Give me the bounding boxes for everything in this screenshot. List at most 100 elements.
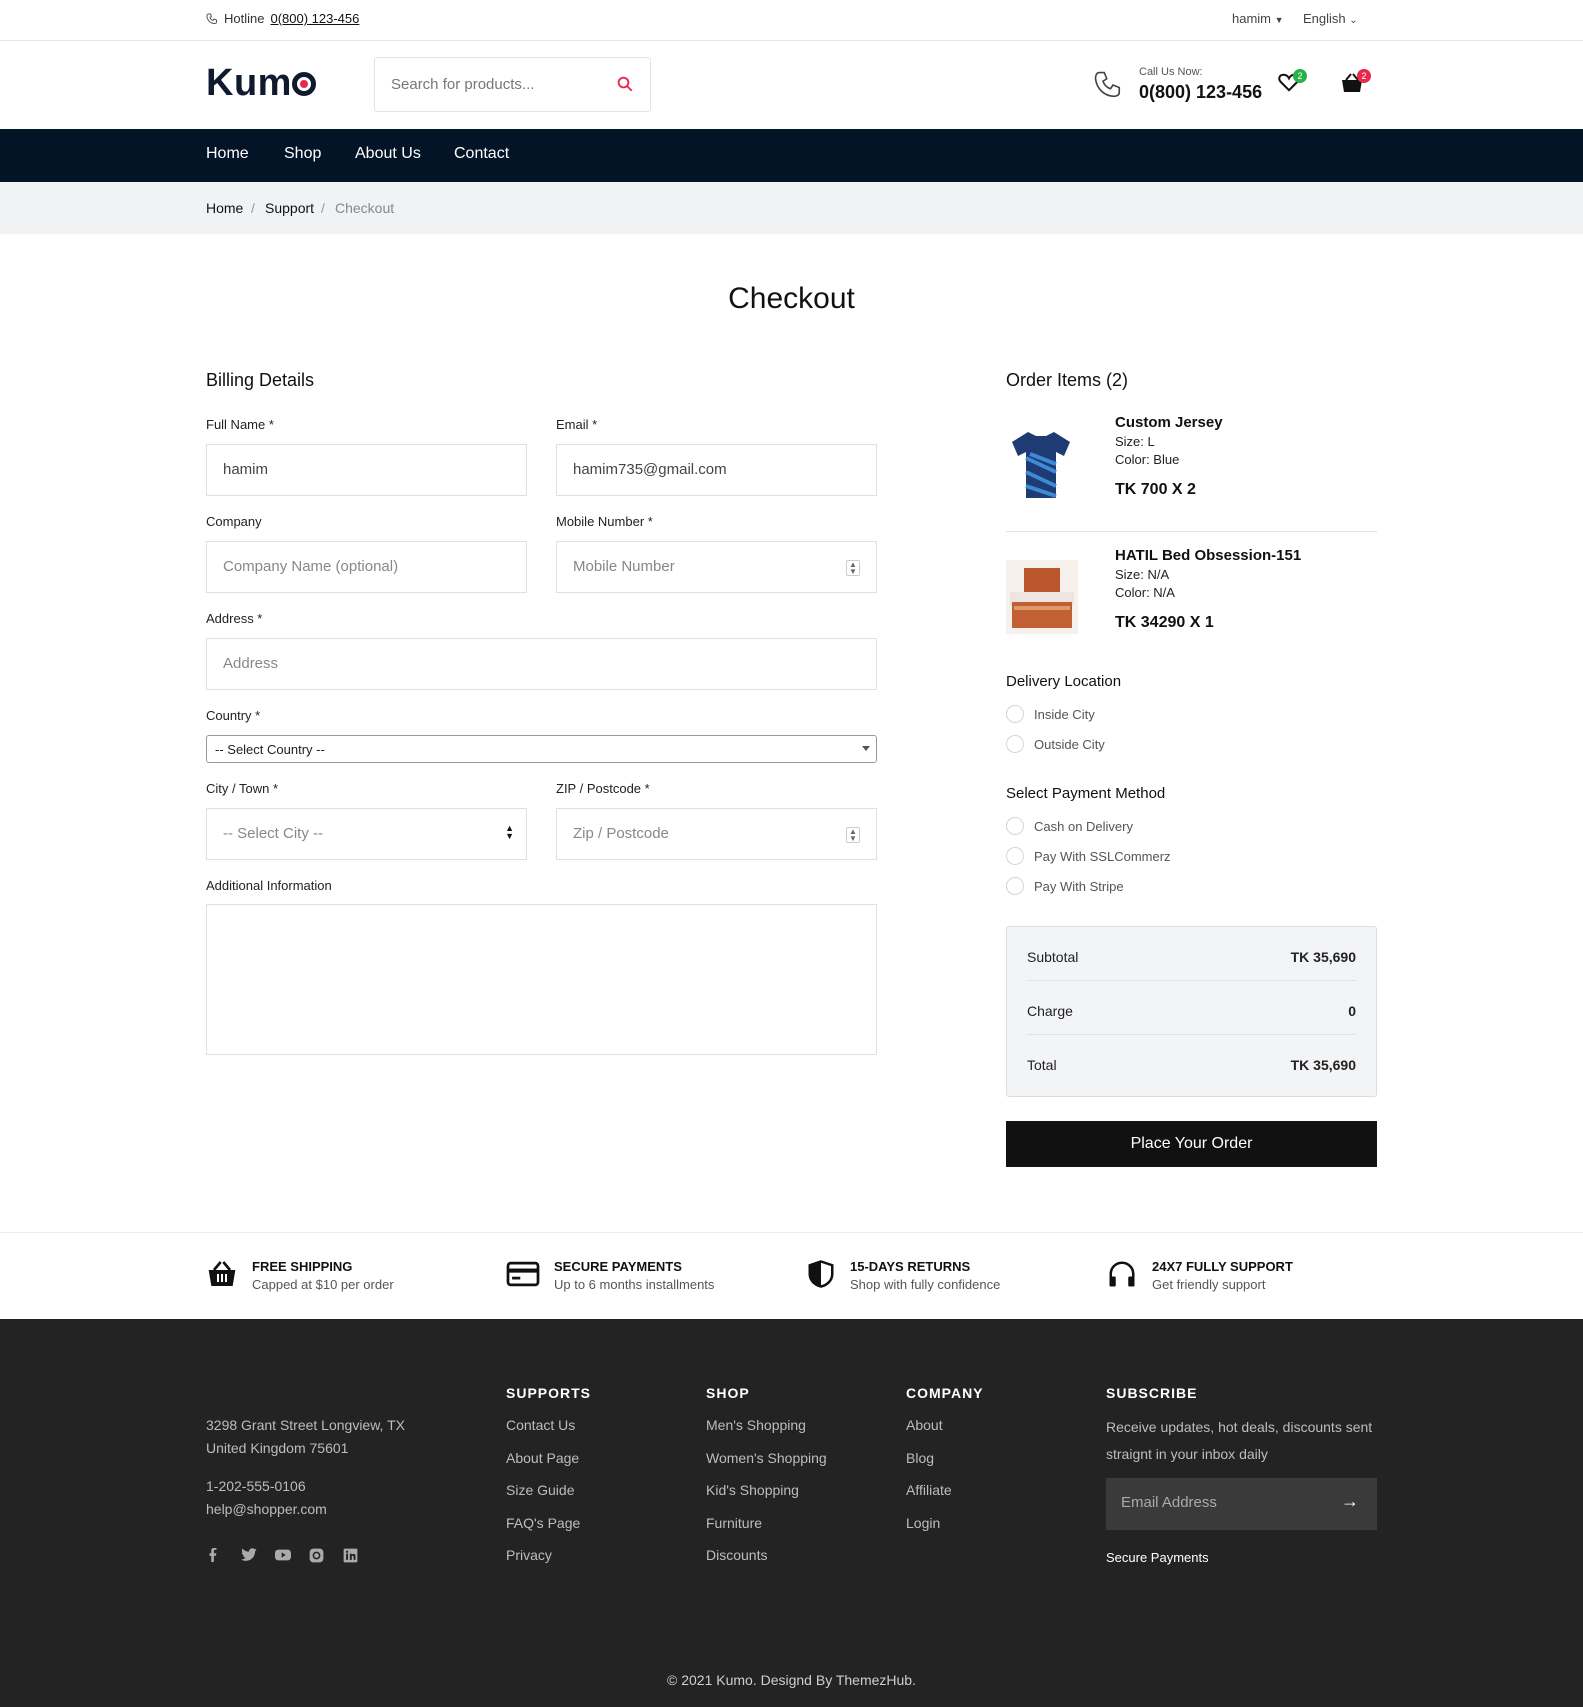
number-stepper-icon[interactable]: ▲ ▼ (846, 827, 860, 843)
hotline-label: Hotline (224, 11, 265, 26)
call-number: 0(800) 123-456 (1139, 82, 1263, 102)
arrow-right-icon[interactable]: → (1341, 1491, 1359, 1512)
email-field[interactable]: hamim735@gmail.com (556, 444, 877, 496)
logo[interactable]: Kum (206, 62, 316, 105)
breadcrumb-separator: / (321, 200, 325, 216)
full-name-field[interactable]: hamim (206, 444, 527, 496)
footer-link[interactable]: Contact Us (506, 1417, 575, 1433)
supports-title: SUPPORTS (506, 1385, 592, 1401)
city-value: -- Select City -- (223, 825, 324, 842)
hotline-number[interactable]: 0(800) 123-456 (270, 11, 359, 26)
radio-label: Cash on Delivery (1034, 818, 1133, 834)
footer-link[interactable]: Login (906, 1515, 940, 1531)
additional-info-label: Additional Information (206, 878, 332, 893)
subtotal-value: TK 35,690 (1290, 949, 1356, 965)
footer-link[interactable]: FAQ's Page (506, 1515, 580, 1531)
footer-link[interactable]: Discounts (706, 1547, 767, 1563)
linkedin-icon[interactable] (343, 1548, 358, 1568)
order-items-title: Order Items (2) (1006, 370, 1129, 390)
basket-icon (208, 1261, 236, 1286)
breadcrumb-separator: / (251, 200, 255, 216)
copyright: © 2021 Kumo. Designd By ThemezHub. (667, 1672, 916, 1688)
youtube-icon[interactable] (275, 1548, 291, 1567)
top-bar: Hotline 0(800) 123-456 hamim ▼ English ⌄ (0, 0, 1583, 41)
footer-link[interactable]: Blog (906, 1450, 934, 1466)
footer-link[interactable]: Men's Shopping (706, 1417, 806, 1433)
country-value: -- Select Country -- (215, 742, 325, 757)
nav-about-us[interactable]: About Us (355, 145, 421, 163)
jersey-image (1012, 432, 1070, 498)
feature-title: SECURE PAYMENTS (554, 1259, 682, 1274)
total-value: TK 35,690 (1290, 1057, 1356, 1073)
zip-field[interactable]: Zip / Postcode ▲ ▼ (556, 808, 877, 860)
feature-item: 24X7 FULLY SUPPORT Get friendly support (1106, 1259, 1293, 1292)
nav-contact[interactable]: Contact (454, 145, 509, 163)
city-select[interactable]: -- Select City -- ▲ ▼ (206, 808, 527, 860)
payment-title: Select Payment Method (1006, 785, 1166, 802)
shop-title: SHOP (706, 1385, 750, 1401)
footer-link[interactable]: About Page (506, 1450, 579, 1466)
twitter-icon[interactable] (241, 1548, 257, 1567)
features-strip: FREE SHIPPING Capped at $10 per order SEC… (0, 1232, 1583, 1319)
footer-link[interactable]: Kid's Shopping (706, 1482, 799, 1498)
footer-link[interactable]: Affiliate (906, 1482, 952, 1498)
number-stepper-icon[interactable]: ▲ ▼ (846, 560, 860, 576)
item-name[interactable]: HATIL Bed Obsession-151 (1115, 547, 1301, 564)
total-label: Total (1027, 1057, 1057, 1073)
language-label: English (1303, 11, 1346, 26)
search-icon[interactable] (616, 75, 634, 93)
wishlist-badge: 2 (1293, 69, 1307, 83)
radio-cash-on-delivery[interactable]: Cash on Delivery (1006, 817, 1133, 835)
cart-badge: 2 (1357, 69, 1371, 83)
nav-home[interactable]: Home (206, 145, 249, 163)
footer: 3298 Grant Street Longview, TX United Ki… (0, 1319, 1583, 1707)
footer-link[interactable]: Privacy (506, 1547, 552, 1563)
billing-title: Billing Details (206, 370, 315, 390)
radio-inside-city[interactable]: Inside City (1006, 705, 1095, 723)
subscribe-text: Receive updates, hot deals, discounts se… (1106, 1419, 1373, 1435)
cart-button[interactable]: 2 (1340, 69, 1371, 99)
footer-link[interactable]: Women's Shopping (706, 1450, 827, 1466)
place-order-button[interactable]: Place Your Order (1006, 1121, 1377, 1167)
item-divider (1006, 531, 1377, 532)
delivery-title: Delivery Location (1006, 673, 1122, 690)
additional-info-textarea[interactable] (206, 904, 877, 1055)
footer-email[interactable]: help@shopper.com (206, 1501, 327, 1517)
footer-phone: 1-202-555-0106 (206, 1478, 306, 1494)
feature-item: FREE SHIPPING Capped at $10 per order (206, 1259, 394, 1292)
address-label: Address * (206, 611, 263, 626)
page-title: Checkout (728, 282, 855, 315)
email-label: Email * (556, 417, 598, 432)
radio-stripe[interactable]: Pay With Stripe (1006, 877, 1124, 895)
feature-sub: Up to 6 months installments (554, 1277, 715, 1292)
footer-link[interactable]: Size Guide (506, 1482, 574, 1498)
breadcrumb-support[interactable]: Support (265, 200, 314, 216)
radio-outside-city[interactable]: Outside City (1006, 735, 1105, 753)
mobile-field[interactable]: Mobile Number ▲ ▼ (556, 541, 877, 593)
radio-circle-icon (1006, 735, 1024, 753)
item-name[interactable]: Custom Jersey (1115, 414, 1223, 431)
newsletter-email-input[interactable]: Email Address → (1106, 1478, 1377, 1530)
radio-sslcommerz[interactable]: Pay With SSLCommerz (1006, 847, 1171, 865)
footer-link[interactable]: About (906, 1417, 943, 1433)
address-field[interactable]: Address (206, 638, 877, 690)
zip-label: ZIP / Postcode * (556, 781, 650, 796)
instagram-icon[interactable] (309, 1548, 324, 1568)
item-size: Size: L (1115, 434, 1155, 449)
caret-down-icon: ▼ (1274, 15, 1284, 25)
radio-circle-icon (1006, 877, 1024, 895)
company-field[interactable]: Company Name (optional) (206, 541, 527, 593)
secure-payments-label: Secure Payments (1106, 1550, 1209, 1565)
footer-link[interactable]: Furniture (706, 1515, 762, 1531)
breadcrumb-home[interactable]: Home (206, 200, 243, 216)
country-select[interactable]: -- Select Country -- (206, 735, 877, 763)
user-name: hamim (1232, 11, 1272, 26)
facebook-icon[interactable] (208, 1548, 218, 1567)
mobile-label: Mobile Number * (556, 514, 653, 529)
wishlist-button[interactable]: 2 (1278, 69, 1307, 97)
hotline: Hotline 0(800) 123-456 (206, 11, 359, 26)
language-selector[interactable]: English ⌄ (1303, 11, 1358, 26)
nav-shop[interactable]: Shop (284, 145, 321, 163)
search-input[interactable]: Search for products... (374, 57, 651, 112)
user-menu[interactable]: hamim ▼ (1232, 11, 1284, 26)
